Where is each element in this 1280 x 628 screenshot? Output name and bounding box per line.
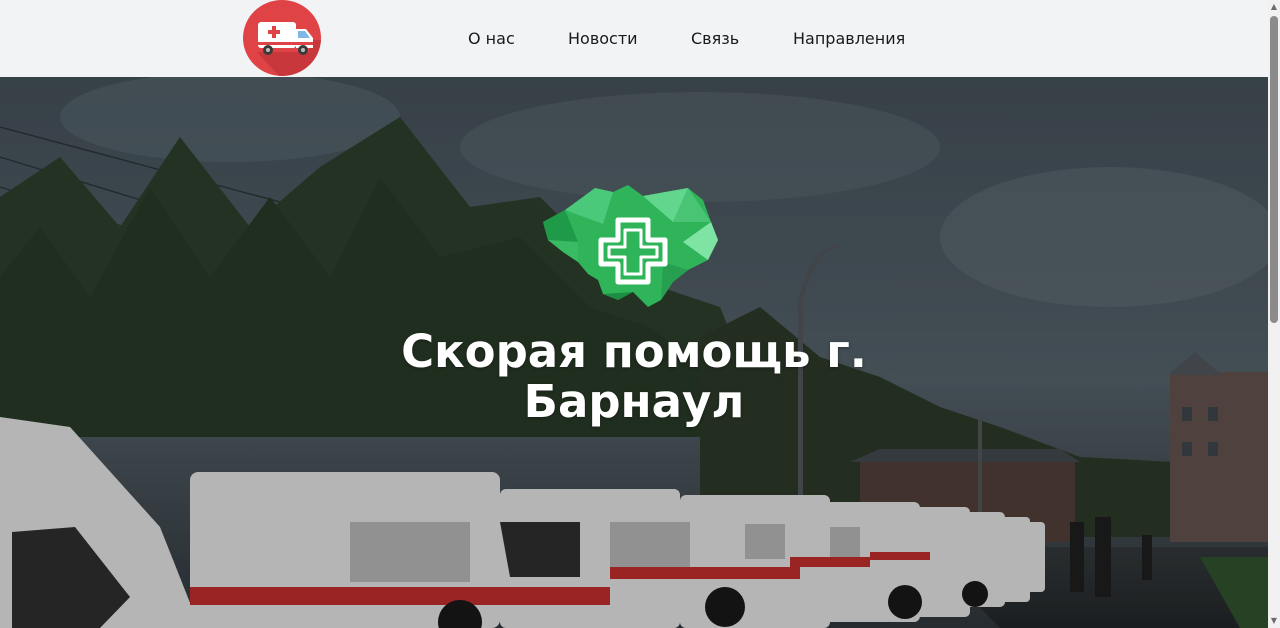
nav-news[interactable]: Новости (568, 28, 638, 50)
hero-title: Скорая помощь г. Барнаул (334, 327, 934, 427)
nav-directions[interactable]: Направления (793, 28, 905, 50)
vertical-scrollbar[interactable]: ▲ ▼ (1268, 0, 1280, 628)
hero-title-line2: Барнаул (523, 375, 745, 428)
hero-section: Скорая помощь г. Барнаул (0, 77, 1268, 628)
main-nav: О нас Новости Связь Направления (0, 28, 1268, 52)
nav-about[interactable]: О нас (468, 28, 515, 50)
medical-cross-map-icon (543, 185, 718, 307)
scroll-down-arrow-icon[interactable]: ▼ (1268, 614, 1280, 628)
hero-title-line1: Скорая помощь г. (401, 325, 867, 378)
nav-contact[interactable]: Связь (691, 28, 739, 50)
scrollbar-thumb[interactable] (1270, 16, 1278, 323)
site-header: О нас Новости Связь Направления (0, 0, 1268, 77)
scroll-up-arrow-icon[interactable]: ▲ (1268, 0, 1280, 14)
